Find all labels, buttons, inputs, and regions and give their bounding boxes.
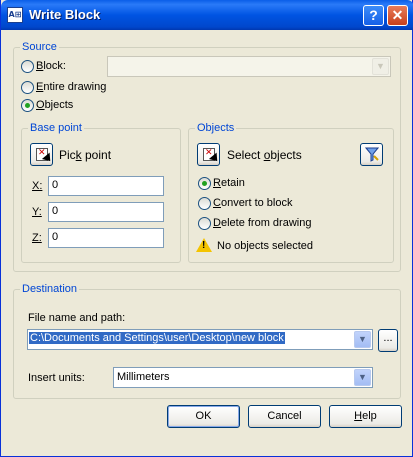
destination-title: Destination bbox=[20, 283, 80, 295]
pick-point-button[interactable] bbox=[30, 143, 53, 166]
base-point-title: Base point bbox=[28, 122, 84, 134]
title-bar[interactable]: A⊞ Write Block ? ✕ bbox=[1, 0, 413, 30]
browse-button[interactable]: ... bbox=[378, 329, 398, 352]
filter-icon bbox=[365, 147, 379, 162]
objects-radio-label[interactable]: Objects bbox=[36, 99, 73, 111]
pick-point-label: Pick point bbox=[59, 148, 112, 162]
insert-units-combo[interactable]: Millimeters ▼ bbox=[113, 367, 373, 388]
autocad-icon: A⊞ bbox=[7, 7, 23, 23]
cancel-button[interactable]: Cancel bbox=[248, 405, 321, 428]
z-input[interactable]: 0 bbox=[48, 228, 164, 248]
entire-drawing-radio[interactable] bbox=[21, 81, 34, 94]
quick-select-button[interactable] bbox=[360, 143, 383, 166]
source-group-title: Source bbox=[20, 41, 59, 53]
help-button[interactable]: Help bbox=[329, 405, 402, 428]
chevron-down-icon[interactable]: ▼ bbox=[372, 58, 389, 75]
block-radio-label[interactable]: Block: bbox=[36, 60, 66, 72]
retain-label[interactable]: Retain bbox=[213, 177, 245, 189]
objects-status: No objects selected bbox=[217, 240, 313, 252]
block-name-combo[interactable]: ▼ bbox=[107, 56, 391, 77]
window-title: Write Block bbox=[29, 7, 101, 22]
insert-units-label: Insert units: bbox=[28, 372, 85, 384]
chevron-down-icon[interactable]: ▼ bbox=[354, 369, 371, 386]
warning-icon-mark: ! bbox=[202, 240, 206, 251]
select-objects-label: Select objects bbox=[227, 148, 302, 162]
convert-to-block-label[interactable]: Convert to block bbox=[213, 197, 293, 209]
write-block-dialog: A⊞ Write Block ? ✕ Source Block: ▼ Entir… bbox=[0, 0, 413, 457]
select-objects-icon bbox=[203, 147, 215, 161]
x-label: X: bbox=[32, 180, 43, 192]
convert-to-block-radio[interactable] bbox=[198, 197, 211, 210]
file-name-label: File name and path: bbox=[28, 312, 126, 324]
entire-drawing-label[interactable]: Entire drawing bbox=[36, 81, 106, 93]
file-path-value[interactable]: C:\Documents and Settings\user\Desktop\n… bbox=[29, 332, 285, 344]
block-radio[interactable] bbox=[21, 60, 34, 73]
file-path-combo[interactable]: C:\Documents and Settings\user\Desktop\n… bbox=[27, 329, 373, 350]
objects-radio[interactable] bbox=[21, 99, 34, 112]
close-button[interactable]: ✕ bbox=[387, 5, 408, 26]
objects-group-title: Objects bbox=[195, 122, 237, 134]
pick-point-icon bbox=[36, 147, 48, 161]
y-input[interactable]: 0 bbox=[48, 202, 164, 222]
chevron-down-icon[interactable]: ▼ bbox=[354, 331, 371, 348]
y-label: Y: bbox=[32, 206, 42, 218]
insert-units-value: Millimeters bbox=[117, 371, 170, 383]
x-input[interactable]: 0 bbox=[48, 176, 164, 196]
help-title-button[interactable]: ? bbox=[363, 5, 384, 26]
delete-from-drawing-radio[interactable] bbox=[198, 217, 211, 230]
delete-from-drawing-label[interactable]: Delete from drawing bbox=[213, 217, 311, 229]
select-objects-button[interactable] bbox=[197, 143, 220, 166]
z-label: Z: bbox=[32, 232, 42, 244]
retain-radio[interactable] bbox=[198, 177, 211, 190]
ok-button[interactable]: OK bbox=[167, 405, 240, 428]
